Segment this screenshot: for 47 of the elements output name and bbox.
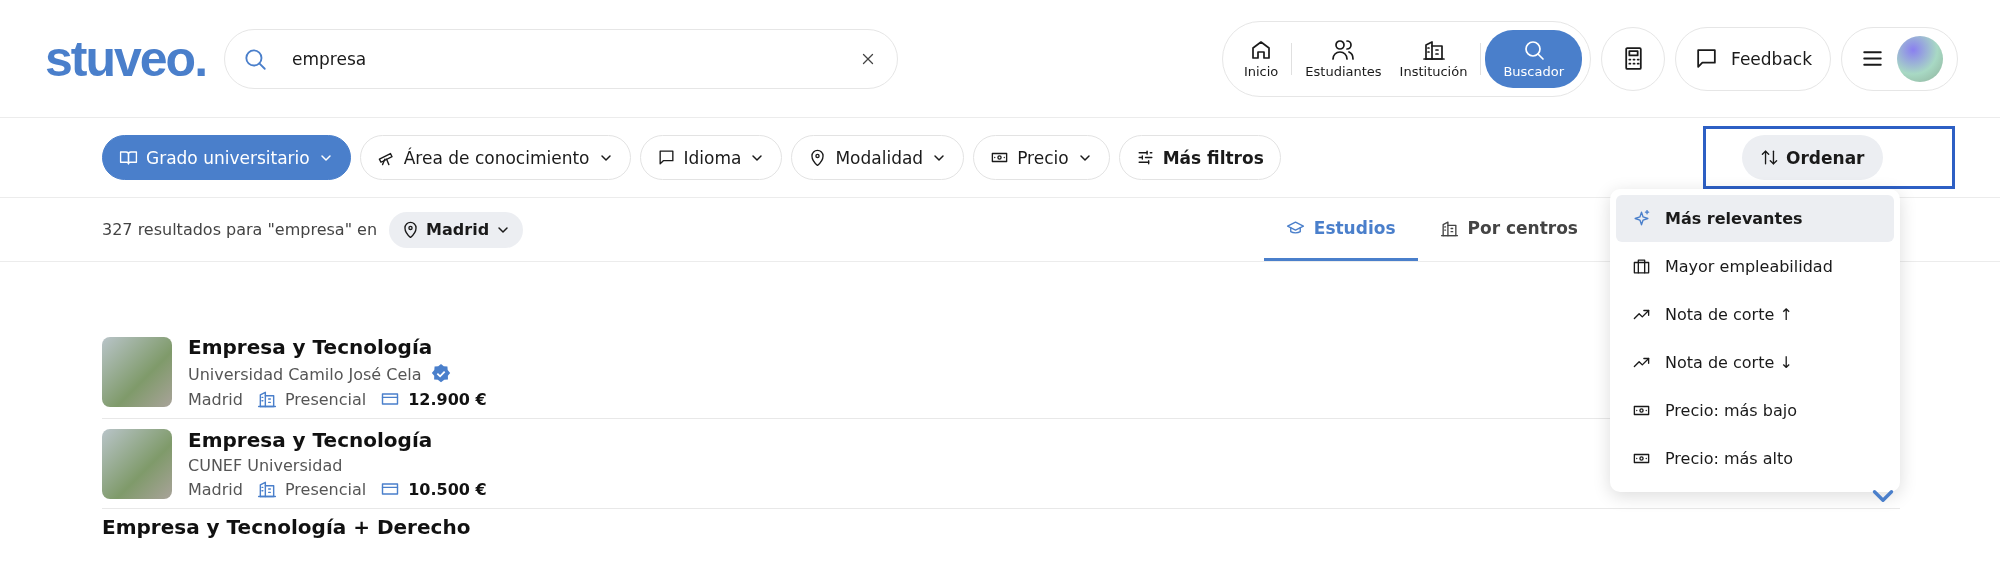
nav-tab[interactable]: Inicio xyxy=(1234,29,1288,88)
photo-placeholder xyxy=(102,337,172,407)
filter-chip[interactable]: Idioma xyxy=(639,135,783,180)
book-icon xyxy=(119,148,138,167)
avatar xyxy=(1897,35,1943,82)
institution-name: CUNEF Universidad xyxy=(188,456,343,475)
results-count: 327 resultados para "empresa" en xyxy=(102,220,378,239)
nav-tab[interactable]: Estudiantes xyxy=(1296,29,1391,88)
briefcase-icon xyxy=(1632,257,1651,276)
nav-tab[interactable]: Institución xyxy=(1390,29,1477,88)
view-tab[interactable]: Estudios xyxy=(1263,198,1418,261)
filter-chip[interactable]: Precio xyxy=(973,135,1110,180)
location-chip[interactable]: Madrid xyxy=(389,211,524,248)
building-icon xyxy=(256,389,277,409)
sort-option[interactable]: Más relevantes xyxy=(1616,195,1894,242)
sort-option[interactable]: Mayor empleabilidad xyxy=(1616,243,1894,290)
sort-button[interactable]: Ordenar xyxy=(1742,135,1883,180)
nav-tab[interactable]: Buscador xyxy=(1485,29,1583,88)
sliders-icon xyxy=(1135,148,1155,167)
filter-chip[interactable]: Grado universitario xyxy=(102,135,351,180)
course-title[interactable]: Empresa y Tecnología xyxy=(188,335,487,359)
sort-option[interactable]: Nota de corte ↓ xyxy=(1616,339,1894,386)
users-icon xyxy=(1331,38,1356,62)
filter-chip[interactable]: Área de conocimiento xyxy=(359,135,631,180)
course-title[interactable]: Empresa y Tecnología + Derecho xyxy=(102,515,471,539)
feedback-button[interactable]: Feedback xyxy=(1675,26,1831,91)
logo[interactable]: stuveo. xyxy=(45,29,207,88)
city-label: Madrid xyxy=(188,389,243,409)
institution-name: Universidad Camilo José Cela xyxy=(188,364,422,384)
sparkle-icon xyxy=(1632,209,1651,228)
sort-icon xyxy=(1760,148,1779,167)
city-label: Madrid xyxy=(188,479,243,499)
modality-label: Presencial xyxy=(284,479,367,499)
filter-chip[interactable]: Más filtros xyxy=(1118,135,1281,180)
sort-option[interactable]: Precio: más alto xyxy=(1616,435,1894,482)
photo-placeholder xyxy=(102,428,172,499)
sort-option[interactable]: Nota de corte ↑ xyxy=(1616,291,1894,338)
course-title[interactable]: Empresa y Tecnología xyxy=(188,428,487,452)
building-icon xyxy=(1421,38,1446,62)
modality-label: Presencial xyxy=(284,389,367,409)
price-label: 10.500 € xyxy=(408,479,487,499)
building-icon xyxy=(256,479,277,499)
view-tab[interactable]: Por centros xyxy=(1417,198,1600,261)
price-label: 12.900 € xyxy=(408,389,487,409)
filter-chip[interactable]: Modalidad xyxy=(791,135,965,180)
speech-bubble-icon xyxy=(656,148,676,167)
sort-option[interactable]: Precio: más bajo xyxy=(1616,387,1894,434)
